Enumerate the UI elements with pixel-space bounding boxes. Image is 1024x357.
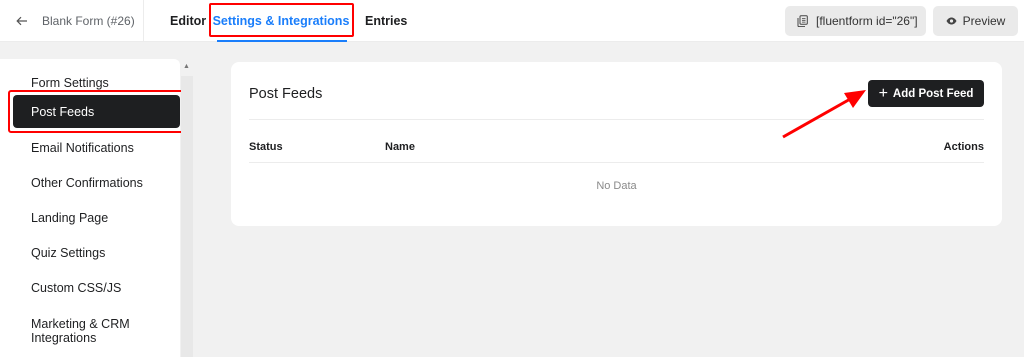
active-tab-indicator [217, 40, 347, 42]
add-post-feed-button[interactable]: + Add Post Feed [868, 80, 984, 107]
page-title: Post Feeds [249, 86, 323, 102]
post-feeds-card: Post Feeds + Add Post Feed Status Name A… [231, 62, 1002, 226]
copy-icon [797, 15, 808, 27]
preview-button[interactable]: Preview [933, 6, 1018, 36]
preview-label: Preview [962, 14, 1006, 28]
sidebar-item-post-feeds[interactable]: Post Feeds [13, 95, 180, 128]
sidebar-item-form-settings[interactable]: Form Settings [0, 76, 180, 90]
sidebar-item-landing-page[interactable]: Landing Page [0, 211, 180, 225]
shortcode-copy-button[interactable]: [fluentform id="26"] [785, 6, 926, 36]
sidebar-item-quiz-settings[interactable]: Quiz Settings [0, 246, 180, 260]
sidebar-item-other-confirmations[interactable]: Other Confirmations [0, 176, 180, 190]
tab-entries[interactable]: Entries [365, 0, 407, 42]
divider [249, 119, 984, 120]
column-header-status: Status [249, 141, 283, 153]
tab-editor[interactable]: Editor [170, 0, 206, 42]
plus-icon: + [878, 84, 888, 102]
scroll-up-icon[interactable]: ▲ [183, 63, 190, 70]
shortcode-text: [fluentform id="26"] [816, 14, 918, 28]
add-post-feed-label: Add Post Feed [892, 87, 974, 100]
tab-settings-integrations[interactable]: Settings & Integrations [210, 0, 352, 42]
sidebar-item-email-notifications[interactable]: Email Notifications [0, 141, 180, 155]
empty-state-text: No Data [596, 180, 637, 192]
form-title: Blank Form (#26) [42, 14, 135, 28]
sidebar-item-custom-css-js[interactable]: Custom CSS/JS [0, 281, 180, 295]
eye-icon [946, 17, 957, 25]
column-header-actions: Actions [943, 141, 984, 153]
sidebar-item-marketing-crm[interactable]: Marketing & CRM Integrations [0, 316, 180, 346]
sidebar-scrollbar[interactable] [181, 76, 193, 357]
top-bar: Blank Form (#26) Editor Settings & Integ… [0, 0, 1024, 42]
arrow-left-icon[interactable] [16, 16, 32, 26]
sidebar-panel: Form Settings Post Feeds Email Notificat… [0, 59, 180, 357]
divider [249, 162, 984, 163]
settings-sidebar: Form Settings Post Feeds Email Notificat… [0, 43, 196, 357]
column-header-name: Name [385, 141, 415, 153]
back-link[interactable]: Blank Form (#26) [0, 0, 144, 42]
